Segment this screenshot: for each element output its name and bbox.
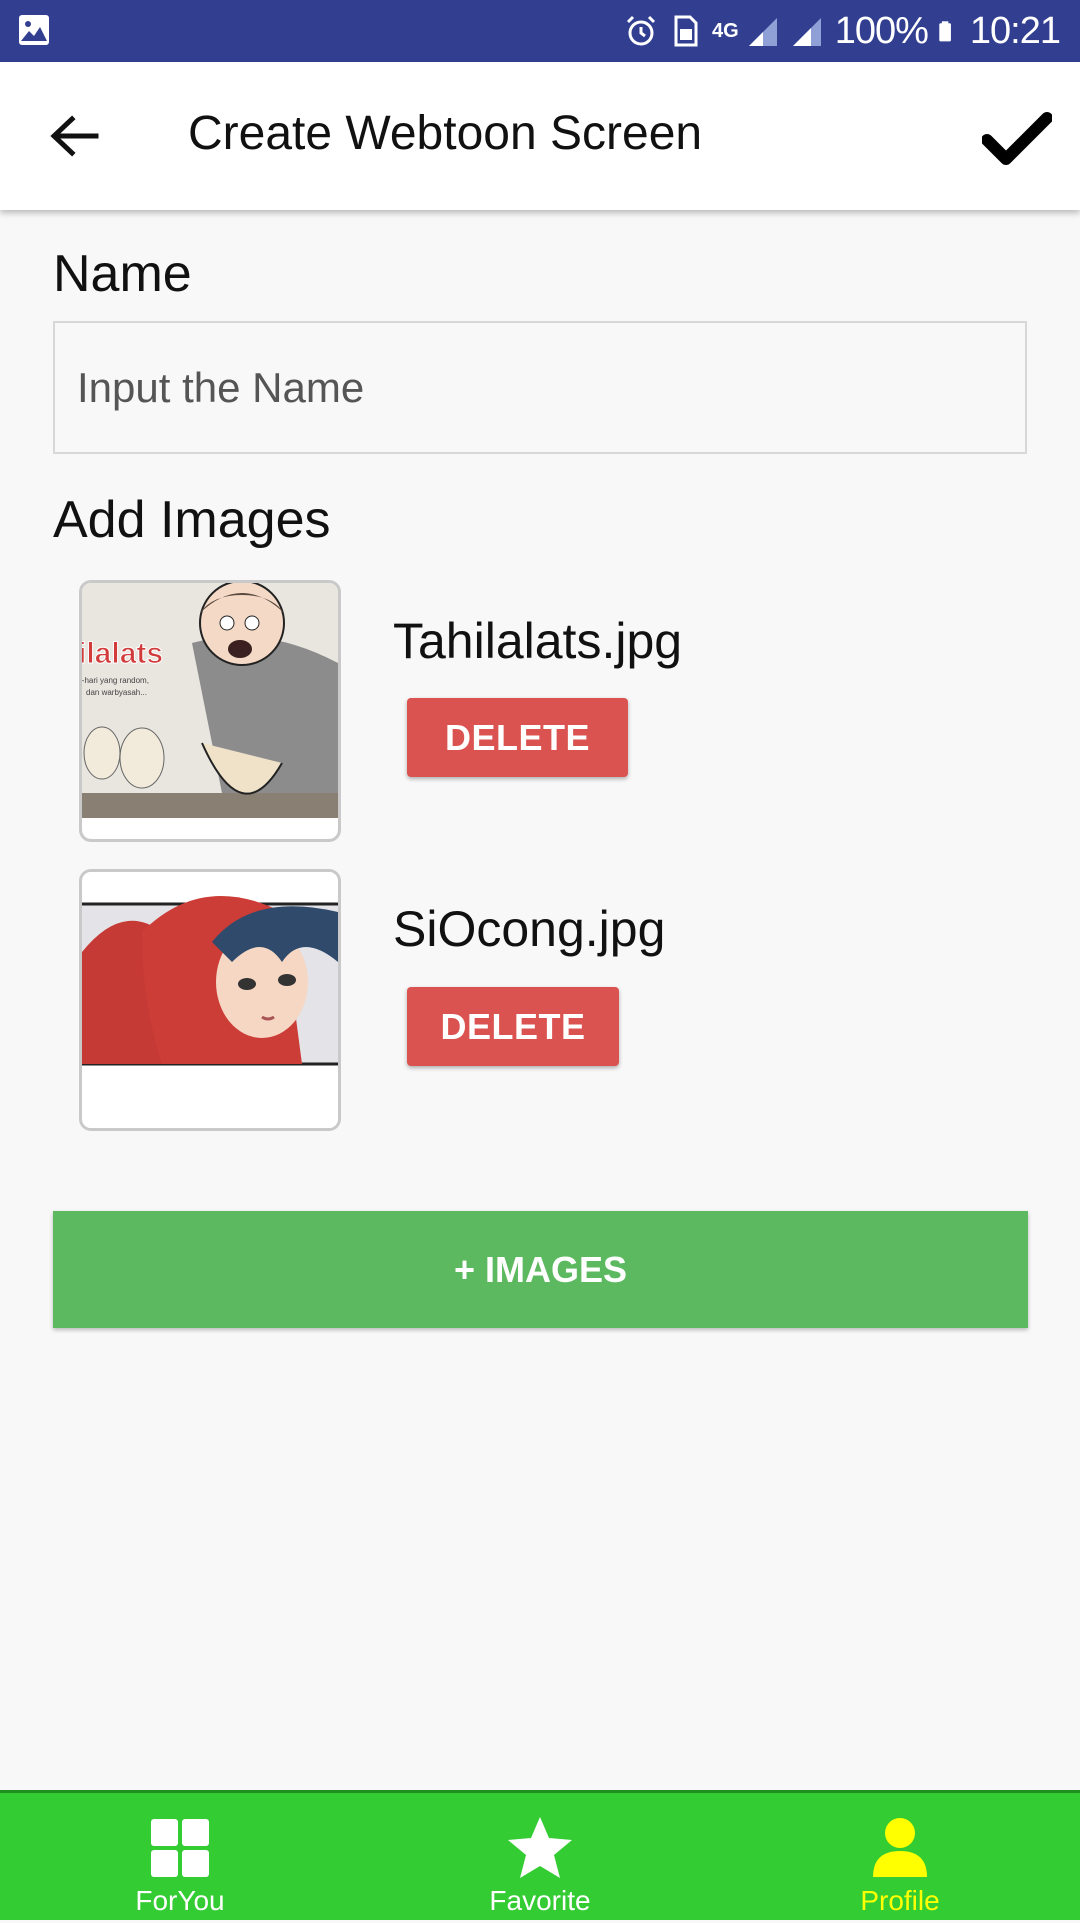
comic-thumbnail-image: ilalats i-hari yang random, dan warbyasa…	[82, 583, 338, 839]
thumb-title: ilalats	[82, 637, 163, 670]
battery-percent: 100%	[834, 9, 929, 52]
nav-item-profile[interactable]: Profile	[720, 1793, 1080, 1923]
image-thumbnail-tahilalats: ilalats i-hari yang random, dan warbyasa…	[79, 580, 341, 842]
name-input[interactable]	[53, 321, 1027, 454]
checkmark-icon[interactable]	[982, 110, 1052, 166]
back-arrow-icon[interactable]	[48, 114, 100, 158]
sim-card-icon	[674, 15, 698, 47]
signal-icon	[792, 18, 821, 46]
comic-thumbnail-image	[82, 872, 338, 1128]
add-images-label: Add Images	[53, 491, 331, 549]
nav-label: Favorite	[489, 1885, 591, 1916]
clock: 10:21	[969, 9, 1061, 52]
page-title: Create Webtoon Screen	[188, 107, 703, 160]
status-bar: 4G 100% 10:21	[0, 0, 1080, 62]
battery-icon	[939, 21, 951, 42]
image-filename: Tahilalats.jpg	[393, 613, 683, 669]
nav-item-foryou[interactable]: ForYou	[0, 1793, 360, 1923]
nav-item-favorite[interactable]: Favorite	[360, 1793, 720, 1923]
signal-icon	[748, 18, 777, 46]
star-icon	[508, 1817, 572, 1878]
grid-icon	[151, 1819, 209, 1877]
app-bar: Create Webtoon Screen	[0, 62, 1080, 210]
add-images-button[interactable]: + IMAGES	[53, 1211, 1028, 1328]
nav-label: Profile	[860, 1885, 940, 1916]
image-filename: SiOcong.jpg	[393, 901, 666, 957]
name-label: Name	[53, 245, 192, 303]
person-icon	[873, 1818, 927, 1877]
delete-image-button[interactable]: DELETE	[407, 987, 619, 1066]
image-thumbnail-siocong	[79, 869, 341, 1131]
gallery-notification-icon	[19, 15, 49, 45]
svg-text:dan warbyasah...: dan warbyasah...	[86, 688, 147, 697]
alarm-icon	[626, 15, 656, 46]
bottom-navigation: ForYou Favorite Profile	[0, 1790, 1080, 1920]
svg-text:i-hari yang random,: i-hari yang random,	[82, 676, 149, 685]
nav-label: ForYou	[135, 1885, 225, 1916]
network-type: 4G	[712, 20, 739, 42]
delete-image-button[interactable]: DELETE	[407, 698, 628, 777]
